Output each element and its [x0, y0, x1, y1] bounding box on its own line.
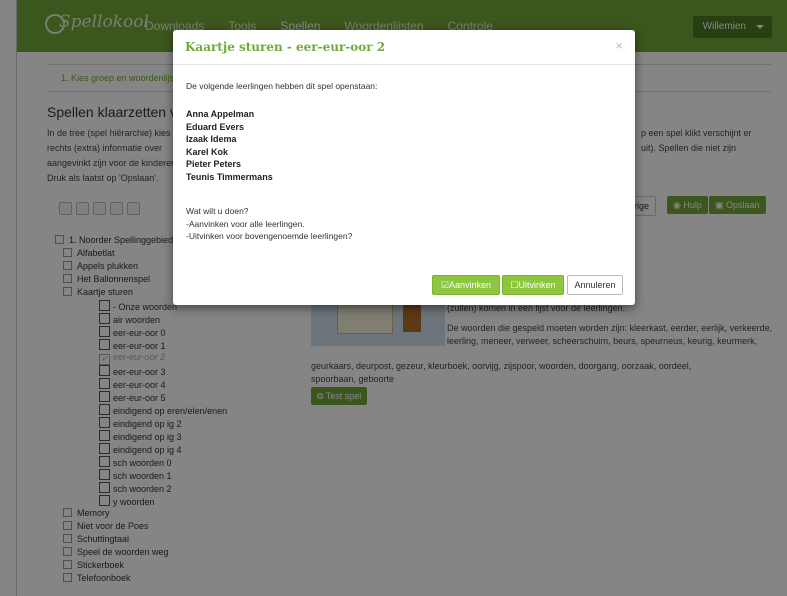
uncheck-label: Uitvinken [518, 280, 556, 290]
student-name: Eduard Evers [186, 121, 245, 132]
student-name: Anna Appelman [186, 109, 255, 119]
check-all-button[interactable]: ☑Aanvinken [432, 275, 500, 295]
student-name: Pieter Peters [186, 159, 242, 169]
student-name: Karel Kok [186, 146, 229, 157]
dialog-question: Wat wilt u doen? [186, 206, 249, 216]
dialog-divider [173, 64, 635, 65]
dialog-prompt: Wat wilt u doen? -Aanvinken voor alle le… [186, 205, 352, 243]
confirm-dialog: Kaartje sturen - eer-eur-oor 2 × De volg… [173, 30, 635, 305]
dialog-option: -Aanvinken voor alle leerlingen. [186, 218, 305, 229]
uncheck-button[interactable]: ☐Uitvinken [502, 275, 564, 295]
student-list: Anna Appelman Eduard Evers Izaak Idema K… [186, 108, 273, 183]
checkbox-empty-icon: ☐ [510, 280, 519, 290]
check-all-label: Aanvinken [449, 280, 492, 290]
dialog-title: Kaartje sturen - eer-eur-oor 2 [185, 40, 386, 54]
dialog-option: -Uitvinken voor bovengenoemde leerlingen… [186, 231, 353, 241]
close-icon[interactable]: × [615, 38, 623, 53]
student-name: Teunis Timmermans [186, 171, 273, 182]
student-name: Izaak Idema [186, 134, 237, 144]
dialog-message: De volgende leerlingen hebben dit spel o… [186, 81, 378, 91]
checkbox-checked-icon: ☑ [440, 280, 450, 290]
cancel-button[interactable]: Annuleren [567, 275, 623, 295]
